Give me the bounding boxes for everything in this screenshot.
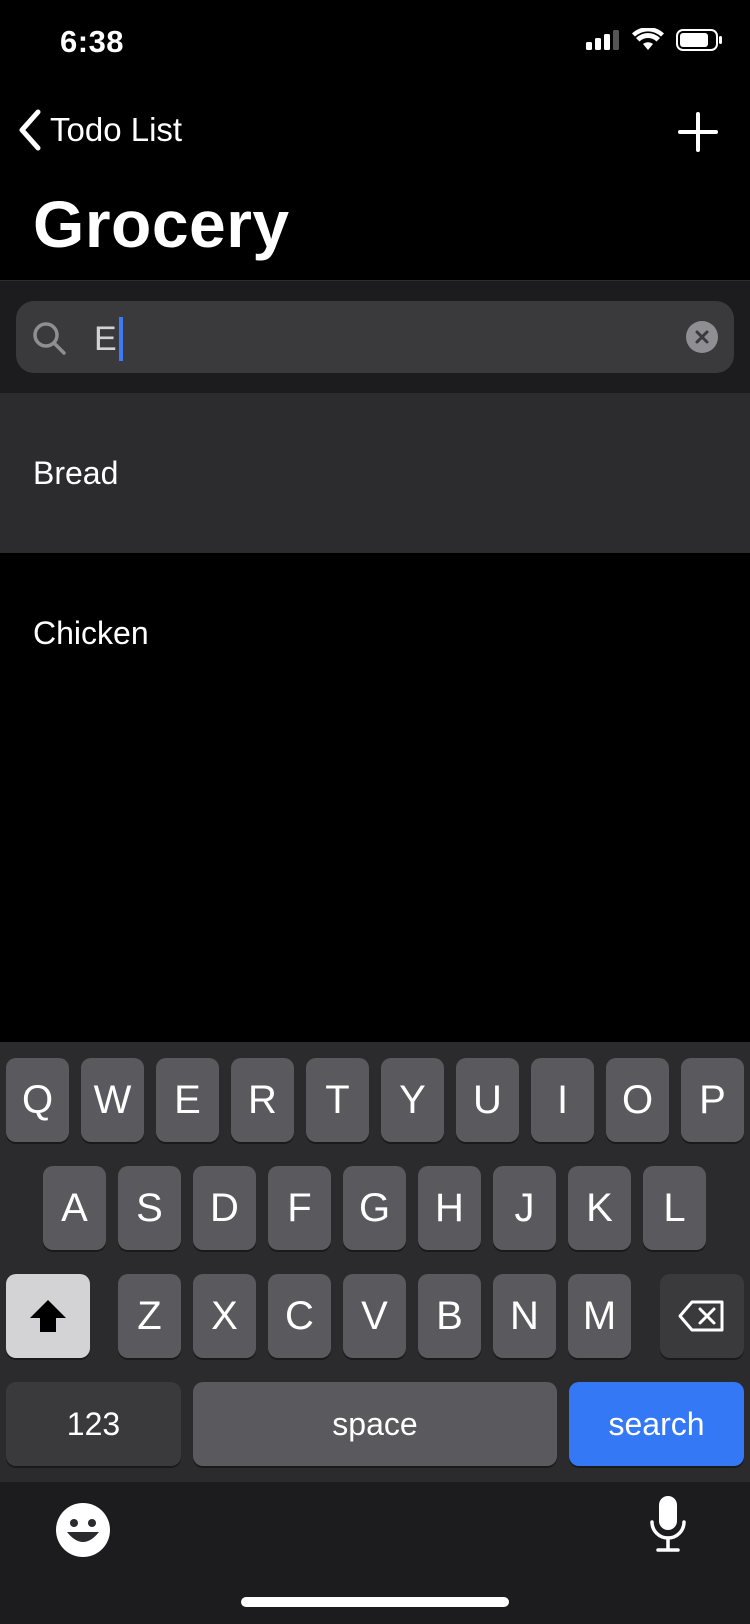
clear-search-button[interactable] <box>686 321 718 353</box>
key-r[interactable]: R <box>231 1058 294 1142</box>
key-q[interactable]: Q <box>6 1058 69 1142</box>
close-icon <box>695 330 709 344</box>
emoji-button[interactable] <box>55 1502 111 1563</box>
plus-icon <box>678 112 718 152</box>
key-a[interactable]: A <box>43 1166 106 1250</box>
key-y[interactable]: Y <box>381 1058 444 1142</box>
key-c[interactable]: C <box>268 1274 331 1358</box>
signal-icon <box>586 30 619 50</box>
key-z[interactable]: Z <box>118 1274 181 1358</box>
list-item-label: Chicken <box>33 614 149 651</box>
back-label: Todo List <box>50 111 183 148</box>
key-s[interactable]: S <box>118 1166 181 1250</box>
key-h[interactable]: H <box>418 1166 481 1250</box>
key-e[interactable]: E <box>156 1058 219 1142</box>
status-icons <box>584 28 724 52</box>
status-time: 6:38 <box>60 24 125 59</box>
key-g[interactable]: G <box>343 1166 406 1250</box>
key-f[interactable]: F <box>268 1166 331 1250</box>
dictation-button[interactable] <box>647 1494 689 1559</box>
back-button[interactable]: Todo List <box>16 108 182 152</box>
search-region: E <box>0 280 750 394</box>
numbers-key[interactable]: 123 <box>6 1382 181 1466</box>
key-u[interactable]: U <box>456 1058 519 1142</box>
key-j[interactable]: J <box>493 1166 556 1250</box>
key-v[interactable]: V <box>343 1274 406 1358</box>
keyboard: Q W E R T Y U I O P A S D F G H J K L Z … <box>0 1042 750 1624</box>
space-key[interactable]: space <box>193 1382 557 1466</box>
list-item-bread[interactable]: Bread <box>0 393 750 553</box>
key-o[interactable]: O <box>606 1058 669 1142</box>
list-item-label: Bread <box>33 454 119 491</box>
key-m[interactable]: M <box>568 1274 631 1358</box>
battery-icon <box>676 29 722 51</box>
list-item-chicken[interactable]: Chicken <box>0 553 750 713</box>
wifi-icon <box>632 28 664 50</box>
search-key[interactable]: search <box>569 1382 744 1466</box>
search-value: E <box>94 319 117 358</box>
chevron-left-icon <box>19 109 41 151</box>
microphone-icon <box>650 1496 686 1552</box>
search-icon <box>33 322 66 355</box>
add-button[interactable] <box>676 110 720 154</box>
delete-backward-icon <box>678 1300 724 1332</box>
key-k[interactable]: K <box>568 1166 631 1250</box>
key-b[interactable]: B <box>418 1274 481 1358</box>
page-title: Grocery <box>33 187 290 261</box>
key-i[interactable]: I <box>531 1058 594 1142</box>
key-n[interactable]: N <box>493 1274 556 1358</box>
search-text: E <box>94 317 123 361</box>
search-input[interactable]: E <box>16 301 734 373</box>
key-t[interactable]: T <box>306 1058 369 1142</box>
text-caret <box>118 317 123 361</box>
delete-key[interactable] <box>660 1274 744 1358</box>
home-indicator <box>241 1597 509 1607</box>
key-l[interactable]: L <box>643 1166 706 1250</box>
key-d[interactable]: D <box>193 1166 256 1250</box>
shift-key[interactable] <box>6 1274 90 1358</box>
shift-icon <box>30 1300 66 1332</box>
key-x[interactable]: X <box>193 1274 256 1358</box>
key-p[interactable]: P <box>681 1058 744 1142</box>
key-w[interactable]: W <box>81 1058 144 1142</box>
emoji-icon <box>56 1503 110 1557</box>
